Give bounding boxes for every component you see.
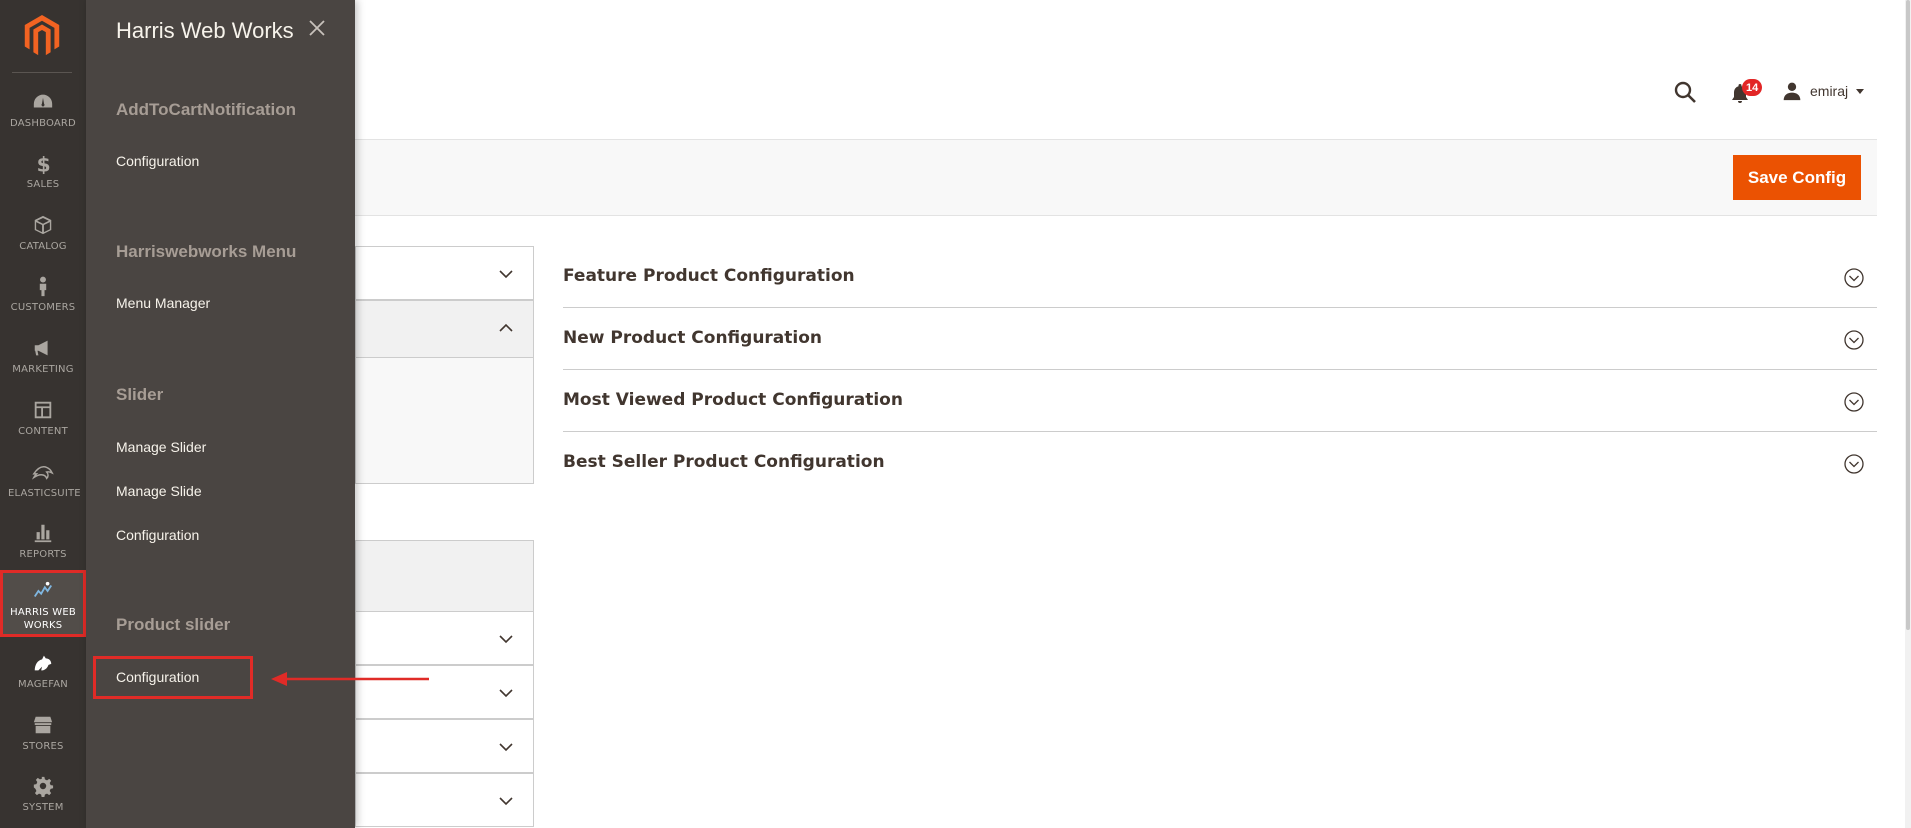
nav-item-elasticsuite[interactable]: Elasticsuite [0,454,86,516]
expand-circle-icon [1844,330,1864,350]
nav-label: Sales [26,179,60,190]
flyout-group-title: Slider [116,385,164,404]
nav-item-system[interactable]: System [0,768,86,828]
nav-label: Marketing [12,364,74,375]
dashboard-icon [31,90,55,114]
nav-label: Catalog [19,241,67,252]
nav-label: System [22,802,64,813]
flyout-title: Harris Web Works [116,18,294,43]
config-tab-collapsed[interactable] [355,246,534,300]
nav-item-catalog[interactable]: Catalog [0,207,86,269]
nav-label: Dashboard [10,118,76,129]
config-tab-items [355,357,534,484]
arrow-left-icon [271,672,429,686]
magento-logo-icon[interactable] [22,14,62,58]
close-icon[interactable] [307,18,327,38]
expand-circle-icon [1844,268,1864,288]
flyout-link-slider-configuration[interactable]: Configuration [116,527,199,543]
expand-circle-icon [1844,454,1864,474]
section-title: Best Seller Product Configuration [563,452,885,472]
layout-icon [31,398,55,422]
chevron-down-icon [499,743,513,752]
nav-item-content[interactable]: Content [0,392,86,454]
person-icon [31,274,55,298]
nav-label: Elasticsuite [8,488,81,499]
nav-item-dashboard[interactable]: Dashboard [0,84,86,146]
flyout-group-title: Product slider [116,615,231,634]
admin-sidebar: Dashboard $ Sales Catalog Customers Mark… [0,0,86,828]
nav-item-reports[interactable]: Reports [0,515,86,577]
flyout-link-manage-slider[interactable]: Manage Slider [116,439,206,455]
chevron-down-icon [1856,88,1865,94]
config-section-new-product[interactable]: New Product Configuration [563,308,1877,370]
nav-label: Content [18,426,68,437]
store-icon [31,713,55,737]
box-icon [31,213,55,237]
save-config-button[interactable]: Save Config [1733,155,1861,200]
megaphone-icon [31,336,55,360]
chevron-up-icon [499,323,513,332]
nav-label: Customers [10,302,76,313]
harris-web-works-flyout-menu: Harris Web Works AddToCartNotification C… [86,0,429,828]
notifications-count-badge: 14 [1742,79,1763,96]
config-section-feature-product[interactable]: Feature Product Configuration [563,246,1877,308]
config-tab-header [355,540,534,612]
dollar-icon: $ [31,151,55,175]
bar-chart-icon [31,521,55,545]
config-tab-expanded[interactable] [355,300,534,358]
nav-label: Stores [22,741,64,752]
flyout-link-addtocart-configuration[interactable]: Configuration [116,153,199,169]
expand-circle-icon [1844,392,1864,412]
nav-item-stores[interactable]: Stores [0,707,86,769]
section-title: Most Viewed Product Configuration [563,390,903,410]
search-icon[interactable] [1673,80,1697,104]
nav-divider [12,72,72,73]
page-actions-bar [355,139,1877,216]
flyout-link-menu-manager[interactable]: Menu Manager [116,295,210,311]
highlight-box [93,656,253,699]
flyout-group-title: Harriswebworks Menu [116,242,297,261]
chevron-down-icon [499,635,513,644]
config-section-most-viewed-product[interactable]: Most Viewed Product Configuration [563,370,1877,432]
nav-item-marketing[interactable]: Marketing [0,330,86,392]
flyout-group-title: AddToCartNotification [116,100,297,119]
nav-item-harris-web-works[interactable]: Harris Web Works [0,570,86,637]
config-tab-collapsed[interactable] [355,611,534,665]
nav-label: Harris Web Works [10,607,76,631]
user-account-menu[interactable]: emiraj [1782,80,1865,102]
nav-item-magefan[interactable]: Magefan [0,645,86,707]
section-title: New Product Configuration [563,328,823,348]
section-title: Feature Product Configuration [563,266,855,286]
scrollbar-thumb[interactable] [1906,0,1910,630]
config-tab-collapsed[interactable] [355,719,534,773]
flyout-link-manage-slide[interactable]: Manage Slide [116,483,202,499]
chevron-down-icon [499,270,513,279]
harris-icon [31,579,55,603]
magefan-icon [31,651,55,675]
elasticsuite-icon [31,460,55,484]
nav-label: Reports [19,549,67,560]
nav-item-sales[interactable]: $ Sales [0,145,86,207]
config-tab-collapsed[interactable] [355,773,534,827]
svg-text:$: $ [37,152,51,174]
chevron-down-icon [499,797,513,806]
nav-item-customers[interactable]: Customers [0,268,86,330]
user-name: emiraj [1810,83,1849,99]
nav-label: Magefan [18,679,68,690]
user-icon [1783,82,1801,101]
gear-icon [31,774,55,798]
chevron-down-icon [499,689,513,698]
config-section-best-seller-product[interactable]: Best Seller Product Configuration [563,432,1877,494]
